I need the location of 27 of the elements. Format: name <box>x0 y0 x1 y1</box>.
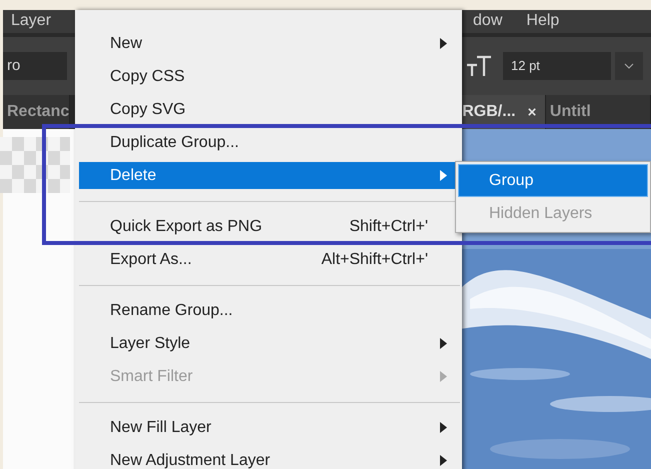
menu-item[interactable]: New Adjustment Layer <box>79 447 458 469</box>
menu-item[interactable]: Quick Export as PNG Shift+Ctrl+' <box>79 213 458 240</box>
menu-item[interactable]: Export As... Alt+Shift+Ctrl+' <box>79 246 458 273</box>
submenu-arrow-icon <box>440 455 446 466</box>
menu-item[interactable]: Copy SVG <box>79 96 458 123</box>
menu-item[interactable]: Delete <box>79 162 458 189</box>
menu-item[interactable]: New Fill Layer <box>79 414 458 441</box>
menu-item[interactable]: Duplicate Group... <box>79 129 458 156</box>
font-field[interactable]: ro <box>3 52 67 80</box>
submenu-arrow-icon <box>440 38 446 49</box>
font-size-field[interactable]: 12 pt <box>503 52 611 80</box>
text-size-icon <box>465 54 493 77</box>
menu-title[interactable]: Help <box>526 12 560 30</box>
dropdown-button[interactable] <box>615 52 643 80</box>
submenu-arrow-icon <box>440 338 446 349</box>
menu-title[interactable]: Layer <box>11 12 52 30</box>
menu-item[interactable]: New <box>79 30 458 57</box>
chevron-down-icon <box>624 62 634 69</box>
document-tab[interactable]: Rectanc <box>3 95 70 129</box>
menu-item[interactable]: Group <box>458 164 648 197</box>
submenu-arrow-icon <box>440 170 446 181</box>
submenu-arrow-icon <box>440 422 446 433</box>
menu-item[interactable]: Layer Style <box>79 330 458 357</box>
submenu-arrow-icon <box>440 371 446 382</box>
menu-title[interactable]: dow <box>473 12 502 30</box>
menu-item[interactable]: Rename Group... <box>79 297 458 324</box>
menu-item[interactable]: Copy CSS <box>79 63 458 90</box>
